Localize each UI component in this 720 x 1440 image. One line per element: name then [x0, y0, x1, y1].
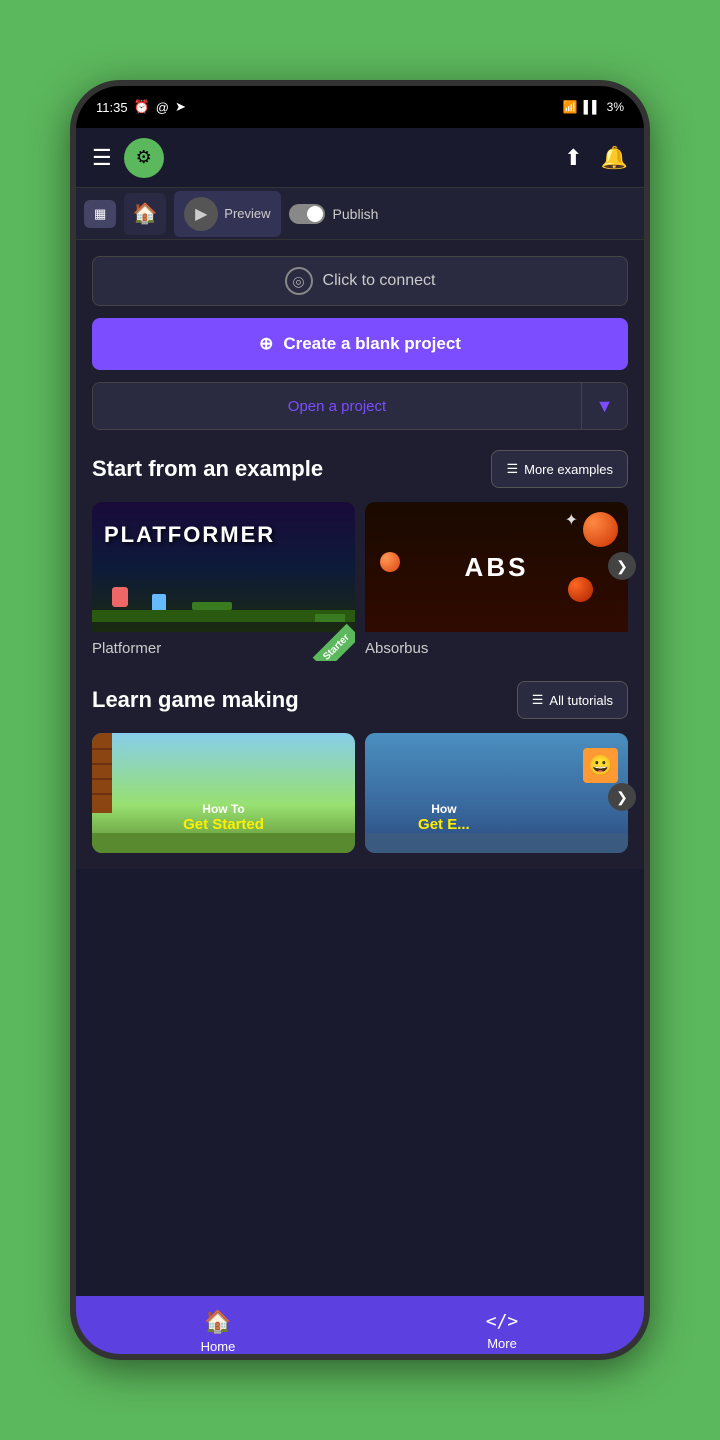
layers-icon: ▦: [94, 206, 106, 222]
preview-label: Preview: [224, 206, 270, 221]
all-tutorials-button[interactable]: ☰ All tutorials: [517, 681, 628, 719]
examples-section-header: Start from an example ☰ More examples: [92, 450, 628, 488]
clock-icon: ⏰: [134, 99, 150, 115]
platformer-title: PLATFORMER: [104, 522, 275, 548]
layers-button[interactable]: ▦: [84, 200, 116, 228]
planet-2: [568, 577, 593, 602]
main-content-wrapper: ◎ Click to connect ⊕ Create a blank proj…: [76, 240, 644, 1296]
get-e-text: Get E...: [418, 816, 470, 833]
tutorial-1-card[interactable]: How To Get Started: [92, 733, 355, 853]
status-left: 11:35 ⏰ @ ➤: [96, 99, 186, 115]
connect-icon: ◎: [285, 267, 313, 295]
share-icon[interactable]: ⬆: [564, 145, 582, 171]
publish-toggle[interactable]: [289, 204, 325, 224]
header-right: ⬆ 🔔: [564, 145, 628, 171]
bell-icon[interactable]: 🔔: [601, 145, 628, 171]
get-started-text: Get Started: [183, 816, 264, 833]
tutorials-list-icon: ☰: [532, 692, 544, 708]
ground-1: [92, 833, 355, 853]
notch: [310, 86, 410, 108]
platform-2: [315, 614, 345, 622]
star-icon: ✦: [565, 510, 578, 530]
phone-shell: 11:35 ⏰ @ ➤ 📶 ▌▌ 3% ☰ ⚙ ⬆ 🔔 ▦ 🏠: [70, 80, 650, 1360]
home-nav-icon: 🏠: [204, 1309, 231, 1335]
connect-button[interactable]: ◎ Click to connect: [92, 256, 628, 306]
logo-gear-icon: ⚙: [136, 147, 152, 168]
examples-next-arrow[interactable]: ❯: [608, 552, 636, 580]
more-examples-label: More examples: [524, 462, 613, 477]
bottom-nav: 🏠 Home </> More: [76, 1296, 644, 1360]
main-content: ◎ Click to connect ⊕ Create a blank proj…: [76, 240, 644, 869]
tutorials-section-header: Learn game making ☰ All tutorials: [92, 681, 628, 719]
create-plus-icon: ⊕: [259, 334, 273, 354]
absorbus-label: Absorbus: [365, 632, 628, 661]
play-button[interactable]: ▶ Preview: [174, 191, 280, 237]
home-toolbar-button[interactable]: 🏠: [124, 193, 166, 235]
create-project-button[interactable]: ⊕ Create a blank project: [92, 318, 628, 370]
signal-icon: ▌▌: [584, 100, 601, 114]
examples-title: Start from an example: [92, 456, 323, 482]
publish-label: Publish: [333, 206, 379, 222]
list-icon: ☰: [506, 461, 518, 477]
platformer-image: PLATFORMER Starter: [92, 502, 355, 632]
absorbus-card[interactable]: ABS ✦ Absorbus: [365, 502, 628, 661]
how-to-text: How To: [183, 802, 264, 816]
tutorial-2-image: How Get E... 😀: [365, 733, 628, 853]
tutorials-next-arrow[interactable]: ❯: [608, 783, 636, 811]
character-sprite: [112, 587, 128, 607]
nav-home[interactable]: 🏠 Home: [76, 1309, 360, 1354]
menu-icon[interactable]: ☰: [92, 145, 112, 171]
toolbar: ▦ 🏠 ▶ Preview Publish: [76, 188, 644, 240]
tutorial-1-image: How To Get Started: [92, 733, 355, 853]
tutorial-2-text: How Get E...: [418, 802, 470, 833]
at-icon: @: [156, 100, 169, 115]
time-display: 11:35: [96, 100, 128, 115]
battery-display: 3%: [607, 100, 624, 114]
connect-label: Click to connect: [323, 272, 436, 290]
location-icon: ➤: [175, 99, 186, 115]
open-project-row: Open a project ▼: [92, 382, 628, 430]
wifi-icon: 📶: [563, 100, 578, 114]
more-nav-label: More: [487, 1336, 517, 1351]
planet-1: [583, 512, 618, 547]
play-icon: ▶: [184, 197, 218, 231]
ground-2: [365, 833, 628, 853]
tutorials-title: Learn game making: [92, 687, 299, 713]
app-logo: ⚙: [124, 138, 164, 178]
character-box: 😀: [583, 748, 618, 783]
platformer-card[interactable]: PLATFORMER Starter Platformer: [92, 502, 355, 661]
more-examples-button[interactable]: ☰ More examples: [491, 450, 628, 488]
app-header: ☰ ⚙ ⬆ 🔔: [76, 128, 644, 188]
examples-row: PLATFORMER Starter Platformer ABS: [92, 502, 628, 661]
tutorial-2-card[interactable]: How Get E... 😀: [365, 733, 628, 853]
open-project-button[interactable]: Open a project: [93, 383, 581, 429]
how-text: How: [418, 802, 470, 816]
code-nav-icon: </>: [486, 1311, 519, 1332]
home-nav-label: Home: [201, 1339, 236, 1354]
dropdown-arrow-icon: ▼: [596, 396, 614, 417]
tutorial-1-text: How To Get Started: [183, 802, 264, 833]
home-toolbar-icon: 🏠: [133, 201, 158, 226]
status-right: 📶 ▌▌ 3%: [563, 100, 624, 114]
tutorials-row: How To Get Started How Get E...: [92, 733, 628, 853]
absorbus-title: ABS: [465, 552, 529, 583]
ladder: [92, 733, 112, 813]
create-label: Create a blank project: [283, 334, 461, 354]
header-left: ☰ ⚙: [92, 138, 164, 178]
absorbus-image: ABS ✦: [365, 502, 628, 632]
nav-more[interactable]: </> More: [360, 1311, 644, 1351]
open-project-dropdown[interactable]: ▼: [581, 383, 627, 429]
all-tutorials-label: All tutorials: [549, 693, 613, 708]
platform: [192, 602, 232, 610]
open-project-label: Open a project: [288, 398, 386, 415]
planet-3: [380, 552, 400, 572]
